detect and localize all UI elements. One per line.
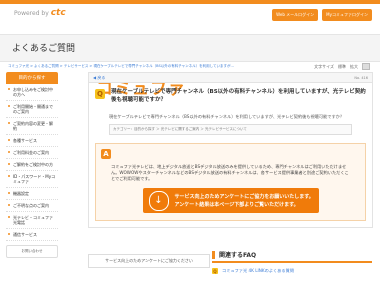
- sidebar-contact-box[interactable]: お問い合わせ: [6, 245, 58, 258]
- related-faq: 関連するFAQ Q コミュファ光 4K LINKのよくある質問: [212, 250, 372, 274]
- brand-sub-name: ctc: [50, 8, 66, 18]
- page-title: よくあるご質問: [12, 44, 76, 54]
- related-faq-item[interactable]: Q コミュファ光 4K LINKのよくある質問: [212, 268, 372, 274]
- breadcrumb[interactable]: コミュファ光 > よくあるご質問 > テレビサービス > 現在ケーブルテレビで専…: [8, 64, 234, 69]
- text-size-tools: 文字サイズ 標準 拡大: [314, 63, 370, 70]
- survey-cta-button[interactable]: ↓ サービス向上のためアンケートにご協力をお願いいたします。 アンケート結果は本…: [142, 188, 319, 213]
- question-mini-icon: Q: [212, 268, 218, 274]
- survey-bar[interactable]: サービス向上のためアンケートにご協力ください: [88, 254, 210, 268]
- sidebar-item[interactable]: ご不明な点のご案内: [6, 200, 58, 212]
- sidebar: 目的から探す お申し込みをご検討中の方へ ご利用開始・開通までのご案内 ご契約内…: [6, 72, 58, 258]
- sidebar-item[interactable]: お申し込みをご検討中の方へ: [6, 84, 58, 101]
- header-links: Web メールログイン Myコミュファログイン: [272, 9, 372, 21]
- sidebar-item[interactable]: ご契約内容の変更・解約: [6, 118, 58, 135]
- arrow-down-icon: ↓: [148, 190, 169, 211]
- webmail-login-button[interactable]: Web メールログイン: [272, 9, 319, 21]
- sidebar-item[interactable]: ID・パスワード・Myコミュファ: [6, 171, 58, 188]
- question-row: Q 現在ケーブルテレビで専門チャンネル（BS以外の有料チャンネル）を利用していま…: [95, 89, 366, 104]
- text-size-standard-button[interactable]: 標準: [338, 64, 346, 70]
- cta-line-2: アンケート結果は本ページ下部よりご覧いただけます。: [174, 201, 299, 208]
- text-size-label: 文字サイズ: [314, 63, 334, 69]
- question-body: 現在ケーブルテレビで専門チャンネル（BS以外の有料チャンネル）を利用していますが…: [109, 114, 345, 119]
- related-faq-header: 関連するFAQ: [212, 250, 372, 263]
- category-path[interactable]: カテゴリー：目的から探す ＞ 光テレビに関するご案内 ＞ 光テレビサービスについ…: [109, 124, 352, 135]
- sidebar-item[interactable]: 光テレビ・コミュファ光電話: [6, 212, 58, 229]
- related-faq-title: 関連するFAQ: [219, 252, 257, 259]
- back-link[interactable]: ◀ 戻る: [93, 75, 105, 81]
- sidebar-item[interactable]: 機器設定: [6, 188, 58, 200]
- page-header: よくあるご質問: [0, 34, 380, 62]
- sidebar-item[interactable]: ご利用開始・開通までのご案内: [6, 101, 58, 118]
- sidebar-header: 目的から探す: [6, 72, 58, 84]
- question-title: 現在ケーブルテレビで専門チャンネル（BS以外の有料チャンネル）を利用していますが…: [111, 89, 366, 103]
- faq-main: ◀ 戻る No. 416 Q 現在ケーブルテレビで専門チャンネル（BS以外の有料…: [88, 72, 373, 228]
- heading-accent-bar: [212, 250, 215, 259]
- text-size-large-button[interactable]: 拡大: [350, 64, 358, 70]
- top-accent-bar: [0, 0, 380, 4]
- answer-box: A コミュファ光テレビは、地上デジタル放送とBSデジタル放送のみを提供しているた…: [95, 143, 366, 221]
- answer-text: コミュファ光テレビは、地上デジタル放送とBSデジタル放送のみを提供しているため、…: [111, 164, 349, 181]
- print-icon[interactable]: [362, 63, 370, 70]
- brand-sub-prefix: Powered by: [14, 10, 49, 17]
- sidebar-item[interactable]: 通信サービス: [6, 229, 58, 241]
- cta-text: サービス向上のためアンケートにご協力をお願いいたします。 アンケート結果は本ペー…: [175, 193, 314, 209]
- cta-line-1: サービス向上のためアンケートにご協力をお願いいたします。: [174, 193, 314, 200]
- faq-number: No. 416: [354, 75, 368, 80]
- related-faq-link[interactable]: コミュファ光 4K LINKのよくある質問: [222, 268, 294, 274]
- sidebar-item[interactable]: ご解約をご検討中の方: [6, 159, 58, 171]
- sidebar-item[interactable]: ご利用料金のご案内: [6, 147, 58, 159]
- qa-panel: Q 現在ケーブルテレビで専門チャンネル（BS以外の有料チャンネル）を利用していま…: [88, 83, 373, 228]
- sidebar-item[interactable]: 各種サービス: [6, 135, 58, 147]
- brand-logo[interactable]: コミュファ Powered by ctc: [8, 8, 185, 98]
- question-badge-icon: Q: [95, 89, 105, 99]
- answer-badge-icon: A: [101, 149, 111, 159]
- mycommufa-login-button[interactable]: Myコミュファログイン: [322, 9, 372, 21]
- back-bar: ◀ 戻る No. 416: [88, 72, 373, 83]
- brand-subtitle: Powered by ctc: [14, 8, 66, 18]
